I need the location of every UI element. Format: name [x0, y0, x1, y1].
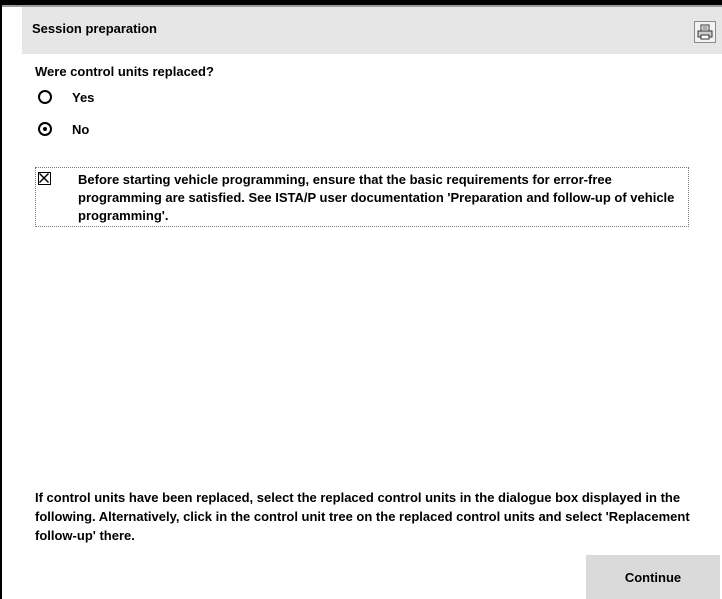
- radio-label-yes: Yes: [72, 89, 95, 105]
- radio-selected-dot: [43, 127, 47, 131]
- dialog-header: Session preparation: [22, 7, 722, 54]
- print-button[interactable]: [694, 21, 716, 43]
- programming-requirements-notice: Before starting vehicle programming, ens…: [35, 167, 689, 227]
- radio-label-no: No: [72, 121, 90, 137]
- checkbox-x-icon: [39, 173, 49, 183]
- notice-checkbox[interactable]: [38, 172, 51, 185]
- radio-button-yes[interactable]: [38, 90, 52, 104]
- printer-icon: [697, 24, 713, 40]
- radio-option-no[interactable]: No: [38, 118, 89, 140]
- dialog-title: Session preparation: [32, 21, 157, 36]
- radio-button-no[interactable]: [38, 122, 52, 136]
- radio-option-yes[interactable]: Yes: [38, 86, 94, 108]
- notice-text: Before starting vehicle programming, ens…: [78, 172, 675, 223]
- continue-button[interactable]: Continue: [586, 555, 720, 599]
- control-units-question: Were control units replaced?: [35, 64, 214, 79]
- replacement-instructions: If control units have been replaced, sel…: [35, 490, 690, 543]
- window-left-border: [0, 0, 2, 599]
- session-preparation-window: Session preparation Were control units r…: [0, 0, 722, 599]
